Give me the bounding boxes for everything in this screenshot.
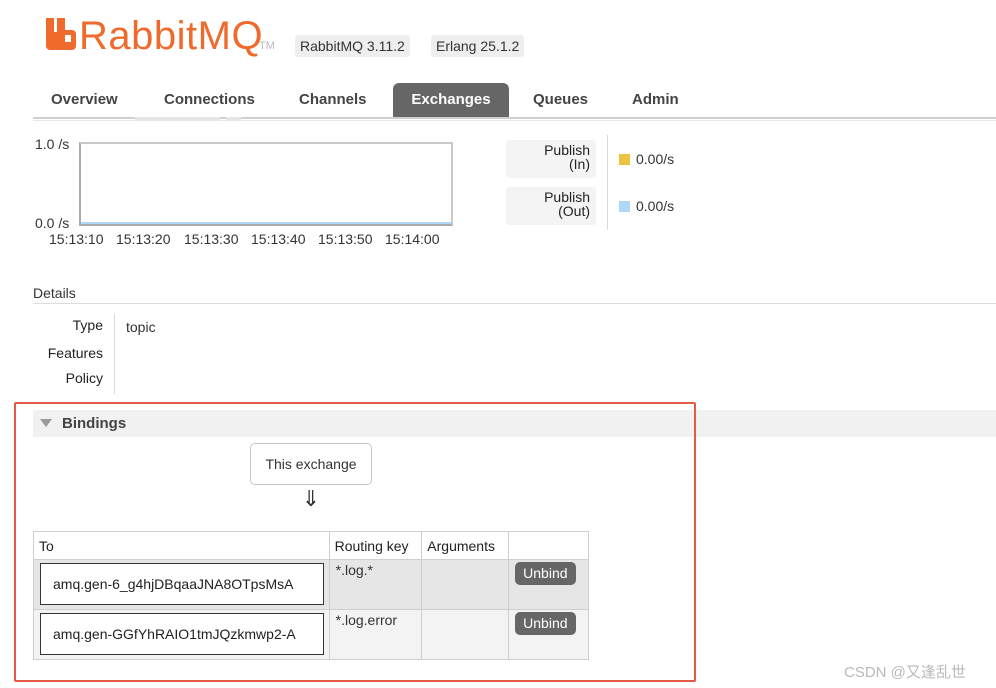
legend-swatch-publish-out — [619, 201, 630, 212]
scrolled-control — [135, 117, 220, 121]
detail-label-policy: Policy — [65, 370, 103, 386]
tab-overview[interactable]: Overview — [33, 83, 136, 117]
detail-label-features: Features — [47, 345, 103, 361]
scrolled-control — [226, 117, 241, 121]
x-tick-label: 15:13:30 — [184, 231, 239, 247]
legend-divider — [607, 135, 608, 230]
rabbitmq-logo-icon — [46, 18, 76, 50]
legend-label-line1: Publish — [544, 142, 590, 158]
tab-exchanges[interactable]: Exchanges — [393, 83, 509, 117]
version-badge: RabbitMQ 3.11.2 — [295, 35, 410, 57]
details-heading: Details — [33, 285, 76, 301]
legend-label-line2: (In) — [569, 156, 590, 172]
x-tick-label: 15:13:40 — [251, 231, 306, 247]
details-divider — [33, 303, 996, 304]
details-column-divider — [114, 314, 115, 394]
x-tick-label: 15:13:10 — [49, 231, 104, 247]
tab-queues[interactable]: Queues — [515, 83, 606, 117]
message-rates-chart — [79, 142, 453, 226]
legend-label-line1: Publish — [544, 189, 590, 205]
logo-text: RabbitMQ — [79, 14, 264, 58]
watermark: CSDN @又逢乱世 — [844, 664, 966, 681]
publish-in-rate: 0.00/s — [636, 151, 675, 167]
y-axis-min-label: 0.0 /s — [35, 215, 70, 231]
tab-channels[interactable]: Channels — [281, 83, 385, 117]
tab-connections[interactable]: Connections — [146, 83, 273, 117]
legend-publish-out-toggle[interactable]: Publish (Out) — [506, 187, 596, 225]
legend-swatch-publish-in — [619, 154, 630, 165]
detail-value-type: topic — [126, 319, 156, 335]
tab-admin[interactable]: Admin — [614, 83, 697, 117]
legend-label-line2: (Out) — [558, 203, 590, 219]
annotation-highlight-box — [14, 402, 696, 682]
erlang-badge: Erlang 25.1.2 — [431, 35, 525, 57]
y-axis-max-label: 1.0 /s — [35, 136, 70, 152]
logo-trademark: TM — [259, 40, 275, 52]
legend-publish-in-toggle[interactable]: Publish (In) — [506, 140, 596, 178]
x-tick-label: 15:14:00 — [385, 231, 440, 247]
x-tick-label: 15:13:50 — [318, 231, 373, 247]
detail-label-type: Type — [72, 317, 103, 333]
x-tick-label: 15:13:20 — [116, 231, 171, 247]
publish-out-rate: 0.00/s — [636, 198, 675, 214]
